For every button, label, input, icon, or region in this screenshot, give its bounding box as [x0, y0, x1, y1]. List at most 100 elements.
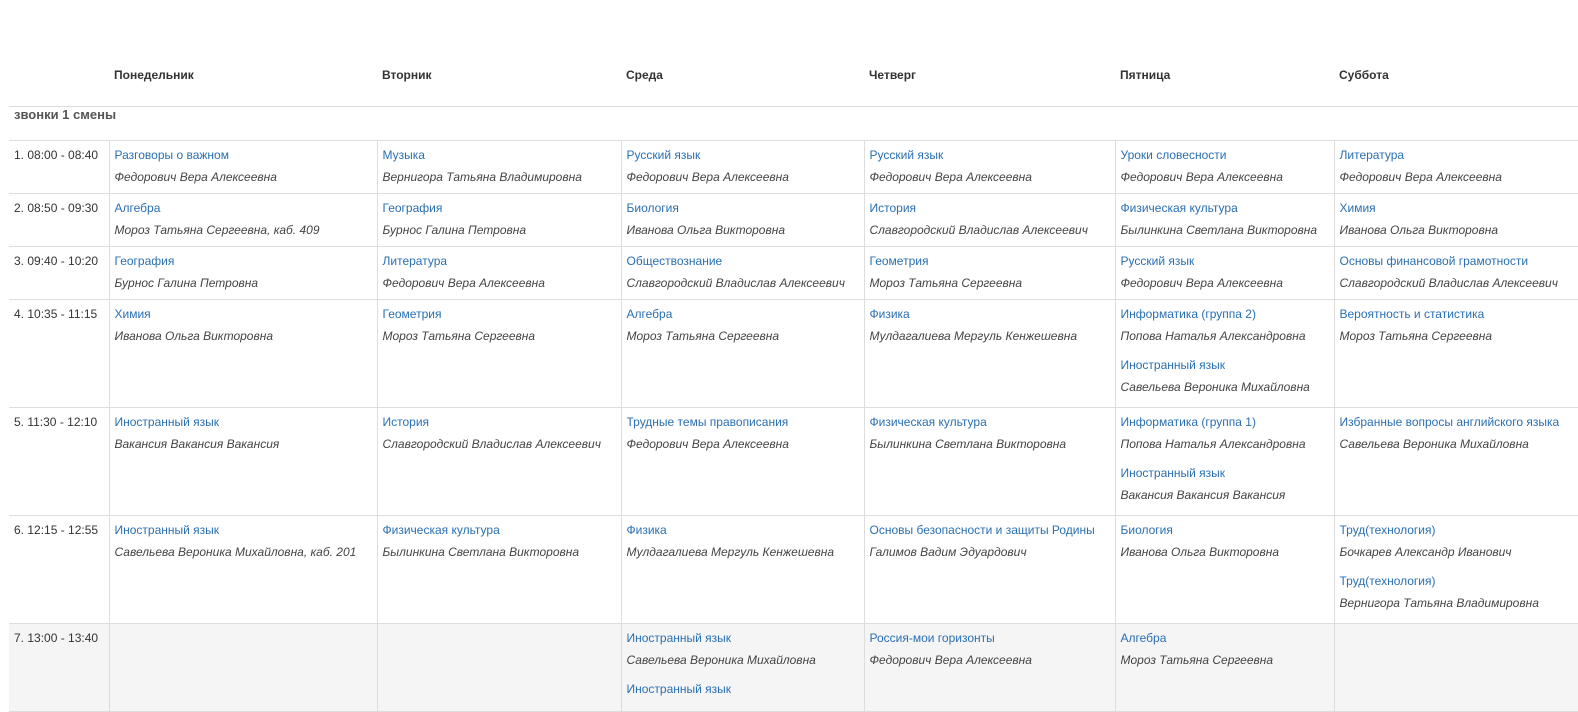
teacher-name: Бурнос Галина Петровна: [383, 223, 621, 238]
day-header-tuesday: Вторник: [377, 44, 621, 107]
subject-link[interactable]: Алгебра: [115, 201, 377, 216]
subject-link[interactable]: Физическая культура: [383, 523, 621, 538]
time-column-header: [9, 44, 109, 107]
subject-link[interactable]: Разговоры о важном: [115, 148, 377, 163]
subject-link[interactable]: История: [870, 201, 1115, 216]
subject-link[interactable]: Информатика (группа 1): [1121, 415, 1334, 430]
subject-link[interactable]: Физика: [627, 523, 864, 538]
subject-link[interactable]: История: [383, 415, 621, 430]
subject-link[interactable]: Алгебра: [1121, 631, 1334, 646]
lesson-entry: Труд(технология) Вернигора Татьяна Владим…: [1340, 574, 1578, 611]
lesson-time: 2. 08:50 - 09:30: [9, 194, 109, 247]
subject-link[interactable]: Биология: [1121, 523, 1334, 538]
teacher-name: Мороз Татьяна Сергеевна: [383, 329, 621, 344]
lesson-entry: АлгебраМороз Татьяна Сергеевна: [1121, 631, 1334, 668]
subject-link[interactable]: Информатика (группа 2): [1121, 307, 1334, 322]
teacher-name: Мулдагалиева Мергуль Кенжешевна: [627, 545, 864, 560]
subject-link[interactable]: Русский язык: [870, 148, 1115, 163]
lesson-entry: Информатика (группа 1)Попова Наталья Але…: [1121, 415, 1334, 452]
subject-link[interactable]: Русский язык: [1121, 254, 1334, 269]
teacher-name: Федорович Вера Алексеевна: [627, 170, 864, 185]
lesson-row: 5. 11:30 - 12:10Иностранный языкВакансия…: [9, 408, 1578, 516]
subject-link[interactable]: География: [383, 201, 621, 216]
schedule-cell: [109, 624, 377, 712]
schedule-cell: АлгебраМороз Татьяна Сергеевна: [1115, 624, 1334, 712]
lesson-entry: Иностранный языкСавельева Вероника Михай…: [115, 523, 377, 560]
lesson-row: 1. 08:00 - 08:40Разговоры о важномФедоро…: [9, 141, 1578, 194]
subject-link[interactable]: Физическая культура: [1121, 201, 1334, 216]
subject-link[interactable]: Иностранный язык: [627, 631, 864, 646]
lesson-entry: Избранные вопросы английского языкаСавел…: [1340, 415, 1578, 452]
subject-link[interactable]: Геометрия: [870, 254, 1115, 269]
subject-link[interactable]: Алгебра: [627, 307, 864, 322]
lesson-row: 6. 12:15 - 12:55Иностранный языкСавельев…: [9, 516, 1578, 624]
subject-link[interactable]: Избранные вопросы английского языка: [1340, 415, 1578, 430]
subject-link[interactable]: Вероятность и статистика: [1340, 307, 1578, 322]
schedule-cell: Иностранный язык Вакансия Вакансия Ваканс…: [109, 408, 377, 516]
subject-link[interactable]: Иностранный язык: [1121, 466, 1334, 481]
subject-link[interactable]: Основы безопасности и защиты Родины: [870, 523, 1115, 538]
schedule-cell: Избранные вопросы английского языкаСавел…: [1334, 408, 1578, 516]
subject-link[interactable]: Химия: [1340, 201, 1578, 216]
schedule-cell: Уроки словесностиФедорович Вера Алексеев…: [1115, 141, 1334, 194]
lesson-entry: Основы финансовой грамотностиСлавгородск…: [1340, 254, 1578, 291]
subject-link[interactable]: Музыка: [383, 148, 621, 163]
day-header-thursday: Четверг: [864, 44, 1115, 107]
schedule-cell: География Бурнос Галина Петровна: [377, 194, 621, 247]
lesson-entry: Россия-мои горизонтыФедорович Вера Алекс…: [870, 631, 1115, 668]
subject-link[interactable]: Трудные темы правописания: [627, 415, 864, 430]
teacher-name: Федорович Вера Алексеевна: [1121, 276, 1334, 291]
lesson-row: 4. 10:35 - 11:15ХимияИванова Ольга Викто…: [9, 300, 1578, 408]
subject-link[interactable]: Химия: [115, 307, 377, 322]
subject-link[interactable]: Литература: [383, 254, 621, 269]
schedule-cell: ИсторияСлавгородский Владислав Алексееви…: [377, 408, 621, 516]
teacher-name: Былинкина Светлана Викторовна: [383, 545, 621, 560]
day-header-monday: Понедельник: [109, 44, 377, 107]
teacher-name: Вернигора Татьяна Владимировна: [1340, 596, 1578, 611]
lesson-time: 6. 12:15 - 12:55: [9, 516, 109, 624]
subject-link[interactable]: Русский язык: [627, 148, 864, 163]
lesson-entry: ХимияИванова Ольга Викторовна: [115, 307, 377, 344]
subject-link[interactable]: Труд(технология): [1340, 574, 1578, 589]
subject-link[interactable]: Уроки словесности: [1121, 148, 1334, 163]
schedule-cell: Физическая культура Былинкина Светлана Ви…: [1115, 194, 1334, 247]
subject-link[interactable]: Иностранный язык: [115, 415, 377, 430]
lesson-entry: Иностранный языкСавельева Вероника Михай…: [627, 631, 864, 668]
lesson-row: 3. 09:40 - 10:20ГеографияБурнос Галина П…: [9, 247, 1578, 300]
lesson-entry: География Бурнос Галина Петровна: [383, 201, 621, 238]
schedule-cell: ИсторияСлавгородский Владислав Алексееви…: [864, 194, 1115, 247]
teacher-name: Иванова Ольга Викторовна: [1340, 223, 1578, 238]
teacher-name: Славгородский Владислав Алексеевич: [627, 276, 864, 291]
subject-link[interactable]: Биология: [627, 201, 864, 216]
teacher-name: Былинкина Светлана Викторовна: [1121, 223, 1334, 238]
subject-link[interactable]: Труд(технология): [1340, 523, 1578, 538]
lesson-entry: ЛитератураФедорович Вера Алексеевна: [1340, 148, 1578, 185]
subject-link[interactable]: География: [115, 254, 377, 269]
schedule-cell: Информатика (группа 2)Попова Наталья Але…: [1115, 300, 1334, 408]
schedule-cell: Русский язык Федорович Вера Алексеевна: [1115, 247, 1334, 300]
teacher-name: Иванова Ольга Викторовна: [1121, 545, 1334, 560]
schedule-cell: Иностранный языкСавельева Вероника Михай…: [621, 624, 864, 712]
subject-link[interactable]: Основы финансовой грамотности: [1340, 254, 1578, 269]
teacher-name: Федорович Вера Алексеевна: [870, 170, 1115, 185]
teacher-name: Савельева Вероника Михайловна: [1121, 380, 1334, 395]
lesson-entry: Физика Мулдагалиева Мергуль Кенжешевна: [627, 523, 864, 560]
subject-link[interactable]: Иностранный язык: [115, 523, 377, 538]
weekly-schedule-table: Понедельник Вторник Среда Четверг Пятниц…: [9, 44, 1578, 712]
subject-link[interactable]: Физика: [870, 307, 1115, 322]
subject-link[interactable]: Иностранный язык: [627, 682, 864, 697]
schedule-cell: ХимияИванова Ольга Викторовна: [109, 300, 377, 408]
subject-link[interactable]: Россия-мои горизонты: [870, 631, 1115, 646]
lesson-entry: Физическая культура Былинкина Светлана Ви…: [383, 523, 621, 560]
lesson-entry: Трудные темы правописанияФедорович Вера …: [627, 415, 864, 452]
subject-link[interactable]: Литература: [1340, 148, 1578, 163]
lesson-entry: Иностранный язык Вакансия Вакансия Ваканс…: [115, 415, 377, 452]
teacher-name: Вакансия Вакансия Вакансия: [115, 437, 377, 452]
teacher-name: Былинкина Светлана Викторовна: [870, 437, 1115, 452]
subject-link[interactable]: Геометрия: [383, 307, 621, 322]
schedule-cell: Труд(технология)Бочкарев Александр Ивано…: [1334, 516, 1578, 624]
subject-link[interactable]: Иностранный язык: [1121, 358, 1334, 373]
subject-link[interactable]: Физическая культура: [870, 415, 1115, 430]
lesson-row: 7. 13:00 - 13:40Иностранный языкСавельев…: [9, 624, 1578, 712]
subject-link[interactable]: Обществознание: [627, 254, 864, 269]
